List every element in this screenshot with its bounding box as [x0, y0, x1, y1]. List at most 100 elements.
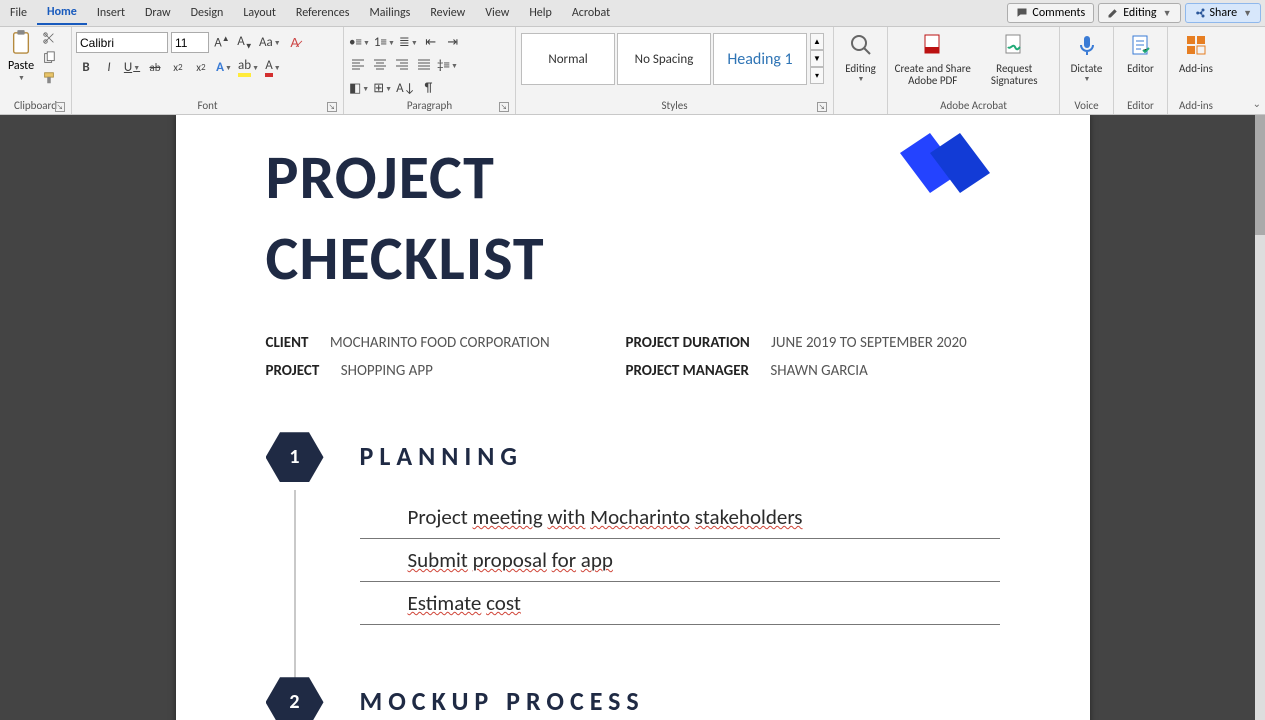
menu-references[interactable]: References [286, 2, 360, 24]
dialog-launcher[interactable]: ↘ [55, 102, 65, 112]
grow-font-button[interactable]: A▲ [212, 33, 232, 53]
checklist-item: Project meeting with Mocharinto stakehol… [360, 496, 1000, 539]
menu-design[interactable]: Design [181, 2, 234, 24]
numbering-button[interactable]: 1≡▼ [373, 32, 396, 52]
italic-button[interactable]: I [99, 57, 119, 77]
menu-acrobat[interactable]: Acrobat [562, 2, 620, 24]
justify-button[interactable] [414, 55, 434, 75]
highlight-button[interactable]: ab▼ [237, 57, 260, 77]
collapse-ribbon-button[interactable]: ⌄ [1253, 97, 1261, 110]
styles-up-button[interactable]: ▲ [810, 33, 824, 50]
chevron-down-icon: ▼ [252, 63, 259, 72]
request-signatures-button[interactable]: Request Signatures [974, 29, 1056, 88]
style-normal[interactable]: Normal [521, 33, 615, 85]
subscript-button[interactable]: x2 [168, 57, 188, 77]
style-heading-1[interactable]: Heading 1 [713, 33, 807, 85]
show-marks-button[interactable]: ¶ [418, 78, 438, 98]
create-pdf-button[interactable]: Create and Share Adobe PDF [892, 29, 974, 88]
menu-draw[interactable]: Draw [135, 2, 181, 24]
align-left-button[interactable] [348, 55, 368, 75]
meta-project-key: PROJECT [266, 362, 320, 380]
chevron-down-icon: ▼ [274, 63, 281, 72]
strikethrough-button[interactable]: ab [145, 57, 165, 77]
shrink-font-button[interactable]: A▼ [235, 33, 255, 53]
superscript-button[interactable]: x2 [191, 57, 211, 77]
dictate-button[interactable]: Dictate ▼ [1064, 29, 1109, 83]
paste-label: Paste [4, 59, 38, 73]
share-button[interactable]: Share ▼ [1185, 3, 1261, 23]
addins-label: Add-ins [1172, 63, 1220, 76]
change-case-icon: Aa [259, 35, 273, 50]
sort-button[interactable]: A↓ [395, 78, 416, 98]
paste-button[interactable]: Paste ▼ [4, 29, 38, 82]
chevron-down-icon: ▼ [839, 75, 883, 83]
multilevel-list-button[interactable]: ≣▼ [398, 32, 419, 52]
checklist-section: 1 PLANNING Project meeting with Mocharin… [266, 440, 1000, 625]
section-title: MOCKUP PROCESS [360, 685, 1000, 717]
chevron-down-icon: ▼ [1243, 8, 1252, 19]
copy-icon [42, 51, 56, 65]
font-color-button[interactable]: A▼ [263, 57, 283, 77]
meta-manager-key: PROJECT MANAGER [626, 362, 749, 380]
bold-button[interactable]: B [76, 57, 96, 77]
meta-duration-key: PROJECT DURATION [626, 334, 750, 352]
menu-insert[interactable]: Insert [87, 2, 135, 24]
vertical-scrollbar[interactable] [1255, 115, 1265, 720]
addins-button[interactable]: Add-ins [1172, 29, 1220, 75]
menu-layout[interactable]: Layout [233, 2, 286, 24]
comments-button[interactable]: Comments [1007, 3, 1094, 23]
ribbon-group-paragraph: •≡▼ 1≡▼ ≣▼ ⇤ ⇥ ‡≡▼ ◧▼ ⊞▼ A↓ ¶ [344, 27, 516, 114]
borders-button[interactable]: ⊞▼ [372, 78, 393, 98]
editing-button[interactable]: Editing ▼ [838, 29, 883, 83]
dialog-launcher[interactable]: ↘ [327, 102, 337, 112]
menu-file[interactable]: File [0, 2, 37, 24]
chevron-down-icon: ▼ [274, 38, 281, 47]
meta-project-value: SHOPPING APP [341, 362, 433, 380]
underline-button[interactable]: U▼ [122, 57, 142, 77]
menu-review[interactable]: Review [420, 2, 475, 24]
ribbon: Paste ▼ Clipboard ↘ A▲ A▼ Aa▼ A̷ [0, 27, 1265, 115]
ribbon-group-voice: Dictate ▼ Voice [1060, 27, 1114, 114]
section-title: PLANNING [360, 440, 1000, 472]
styles-down-button[interactable]: ▼ [810, 50, 824, 67]
menu-mailings[interactable]: Mailings [359, 2, 420, 24]
text-effects-button[interactable]: A▼ [214, 57, 234, 77]
editor-button[interactable]: Editor [1118, 29, 1163, 75]
document-canvas[interactable]: PROJECT CHECKLIST CLIENT MOCHARINTO FOOD… [0, 115, 1265, 720]
dialog-launcher[interactable]: ↘ [817, 102, 827, 112]
ribbon-group-acrobat: Create and Share Adobe PDF Request Signa… [888, 27, 1060, 114]
chevron-down-icon: ▼ [1065, 75, 1109, 83]
font-name-input[interactable] [76, 32, 168, 53]
scrollbar-thumb[interactable] [1255, 115, 1265, 235]
ribbon-group-styles: Normal No Spacing Heading 1 ▲ ▼ ▾ Styles… [516, 27, 834, 114]
decrease-indent-button[interactable]: ⇤ [421, 32, 441, 52]
copy-button[interactable] [40, 49, 58, 67]
meta-manager-value: SHAWN GARCIA [770, 362, 867, 380]
line-spacing-button[interactable]: ‡≡▼ [436, 55, 459, 75]
styles-scroll: ▲ ▼ ▾ [810, 33, 824, 84]
menu-help[interactable]: Help [519, 2, 562, 24]
styles-more-button[interactable]: ▾ [810, 67, 824, 84]
font-size-input[interactable] [171, 32, 209, 53]
shading-button[interactable]: ◧▼ [348, 78, 370, 98]
dialog-launcher[interactable]: ↘ [499, 102, 509, 112]
page[interactable]: PROJECT CHECKLIST CLIENT MOCHARINTO FOOD… [176, 115, 1090, 720]
ribbon-group-editing: Editing ▼ [834, 27, 888, 114]
style-no-spacing[interactable]: No Spacing [617, 33, 711, 85]
increase-indent-button[interactable]: ⇥ [443, 32, 463, 52]
clear-formatting-button[interactable]: A̷ [285, 33, 305, 53]
addins-icon [1184, 33, 1208, 57]
menu-view[interactable]: View [475, 2, 519, 24]
menu-home[interactable]: Home [37, 1, 87, 25]
group-label: Add-ins [1172, 98, 1220, 114]
cut-button[interactable] [40, 29, 58, 47]
editor-icon [1129, 33, 1153, 57]
pilcrow-icon: ¶ [425, 81, 433, 96]
align-center-button[interactable] [370, 55, 390, 75]
bullets-button[interactable]: •≡▼ [348, 32, 371, 52]
bullets-icon: •≡ [349, 35, 362, 50]
editing-mode-button[interactable]: Editing ▼ [1098, 3, 1180, 23]
change-case-button[interactable]: Aa▼ [258, 33, 282, 53]
align-right-button[interactable] [392, 55, 412, 75]
format-painter-button[interactable] [40, 69, 58, 87]
